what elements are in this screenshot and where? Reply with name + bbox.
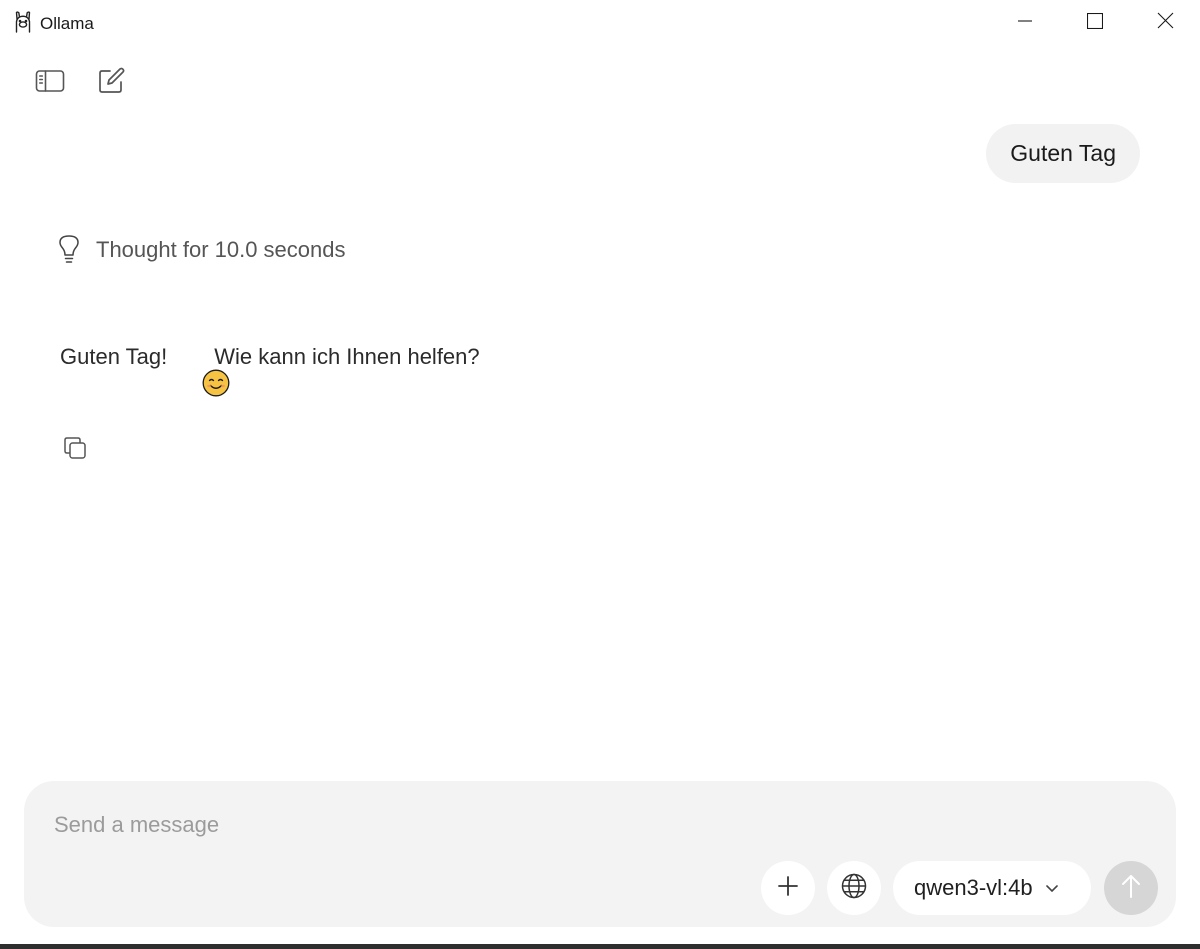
new-chat-button[interactable] xyxy=(94,66,128,100)
globe-icon xyxy=(841,873,867,904)
close-button[interactable] xyxy=(1130,0,1200,46)
web-search-button[interactable] xyxy=(827,861,881,915)
sidebar-toggle-icon xyxy=(35,69,65,98)
title-bar: Ollama xyxy=(0,0,1200,46)
desktop-background-strip xyxy=(0,944,1200,949)
attach-button[interactable] xyxy=(761,861,815,915)
thinking-toggle[interactable]: Thought for 10.0 seconds xyxy=(56,232,346,268)
assistant-message-text-end: Wie kann ich Ihnen helfen? xyxy=(214,344,480,369)
chevron-down-icon xyxy=(1045,884,1059,893)
lightbulb-icon xyxy=(56,233,82,267)
assistant-message-text-start: Guten Tag! xyxy=(60,344,168,369)
copy-message-button[interactable] xyxy=(60,435,90,465)
model-name: qwen3-vl:4b xyxy=(914,875,1033,900)
minimize-icon xyxy=(1017,13,1033,34)
model-selector[interactable]: qwen3-vl:4b xyxy=(893,861,1091,915)
llama-icon xyxy=(12,10,34,34)
new-chat-icon xyxy=(97,67,125,100)
assistant-message: Guten Tag! Wie kann ich Ihnen helfen? xyxy=(60,340,480,397)
thought-duration-label: Thought for 10.0 seconds xyxy=(96,237,346,262)
smiling-face-icon xyxy=(177,343,230,397)
copy-icon xyxy=(62,435,88,466)
minimize-button[interactable] xyxy=(990,0,1060,46)
send-button[interactable] xyxy=(1104,861,1158,915)
maximize-button[interactable] xyxy=(1060,0,1130,46)
message-input[interactable] xyxy=(54,809,754,841)
sidebar-toggle-button[interactable] xyxy=(33,66,67,100)
arrow-up-icon xyxy=(1120,873,1142,904)
window-title: Ollama xyxy=(40,14,94,33)
user-message-bubble: Guten Tag xyxy=(986,124,1140,183)
plus-icon xyxy=(777,875,799,902)
user-message-text: Guten Tag xyxy=(1010,140,1116,166)
maximize-icon xyxy=(1086,12,1104,34)
close-icon xyxy=(1157,12,1174,34)
message-composer: qwen3-vl:4b xyxy=(24,781,1176,927)
